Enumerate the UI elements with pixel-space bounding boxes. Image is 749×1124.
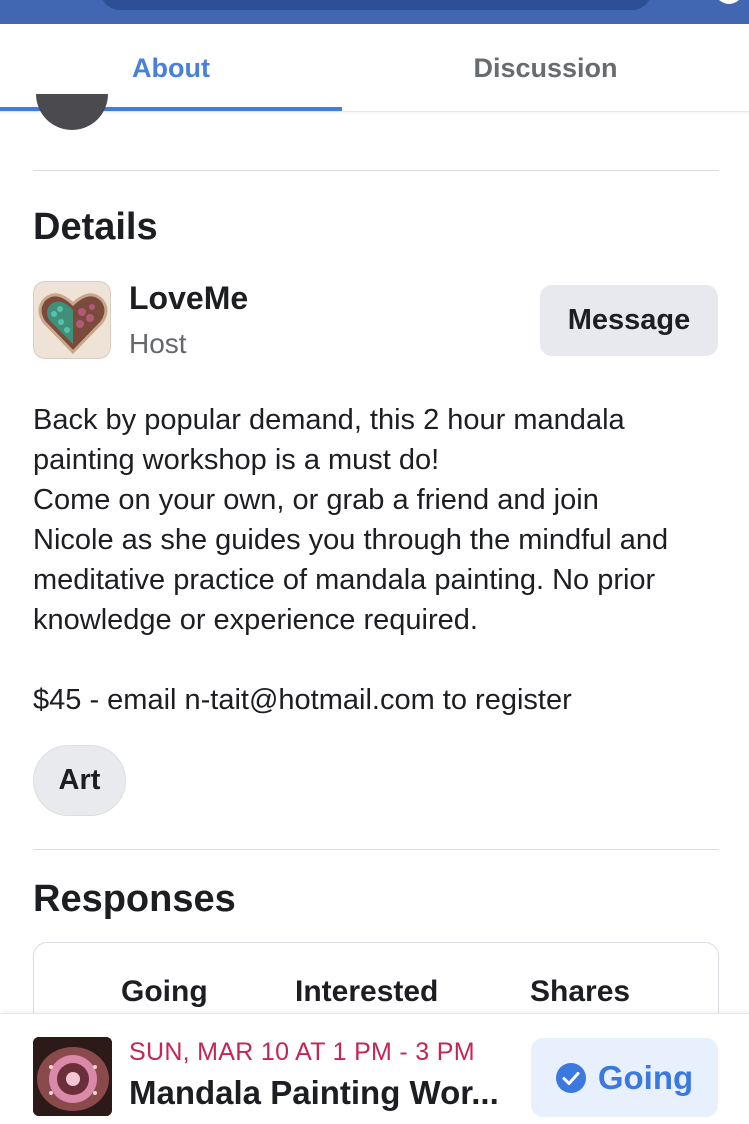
description-line: knowledge or experience required. [33, 604, 478, 636]
host-name[interactable]: LoveMe [129, 280, 248, 317]
price-info: $45 - email n-tait@hotmail.com to regist… [33, 684, 572, 716]
guest-avatar[interactable] [36, 94, 108, 130]
description-line: painting workshop is a must do! [33, 444, 440, 476]
heart-mandala-image [34, 282, 110, 358]
description-line: Nicole as she guides you through the min… [33, 524, 669, 556]
tab-discussion[interactable]: Discussion [342, 24, 749, 112]
description-line: Back by popular demand, this 2 hour mand… [33, 404, 625, 436]
top-navigation-bar [0, 0, 749, 24]
responses-heading: Responses [33, 878, 236, 920]
going-button[interactable]: Going [531, 1038, 718, 1117]
section-divider [33, 170, 719, 171]
event-title[interactable]: Mandala Painting Wor... [129, 1074, 499, 1112]
description-line: Come on your own, or grab a friend and j… [33, 484, 599, 516]
check-circle-icon [555, 1062, 586, 1093]
event-thumbnail[interactable] [33, 1037, 112, 1116]
mandala-stone-image [33, 1037, 112, 1116]
event-date: SUN, MAR 10 AT 1 PM - 3 PM [129, 1038, 475, 1066]
host-avatar[interactable] [33, 281, 111, 359]
host-role-label: Host [129, 328, 187, 359]
event-description: Back by popular demand, this 2 hour mand… [33, 400, 723, 640]
messenger-icon[interactable] [717, 0, 741, 8]
description-line: meditative practice of mandala painting.… [33, 564, 656, 596]
section-divider [33, 849, 719, 850]
category-chip-art[interactable]: Art [33, 745, 126, 816]
responses-shares-label[interactable]: Shares [530, 975, 630, 1009]
message-button[interactable]: Message [540, 285, 718, 356]
event-tabs: About Discussion [0, 24, 749, 112]
responses-interested-label[interactable]: Interested [295, 975, 438, 1009]
responses-going-label[interactable]: Going [121, 975, 208, 1009]
details-heading: Details [33, 206, 158, 248]
going-button-label: Going [597, 1058, 694, 1096]
search-bar[interactable] [100, 0, 652, 10]
